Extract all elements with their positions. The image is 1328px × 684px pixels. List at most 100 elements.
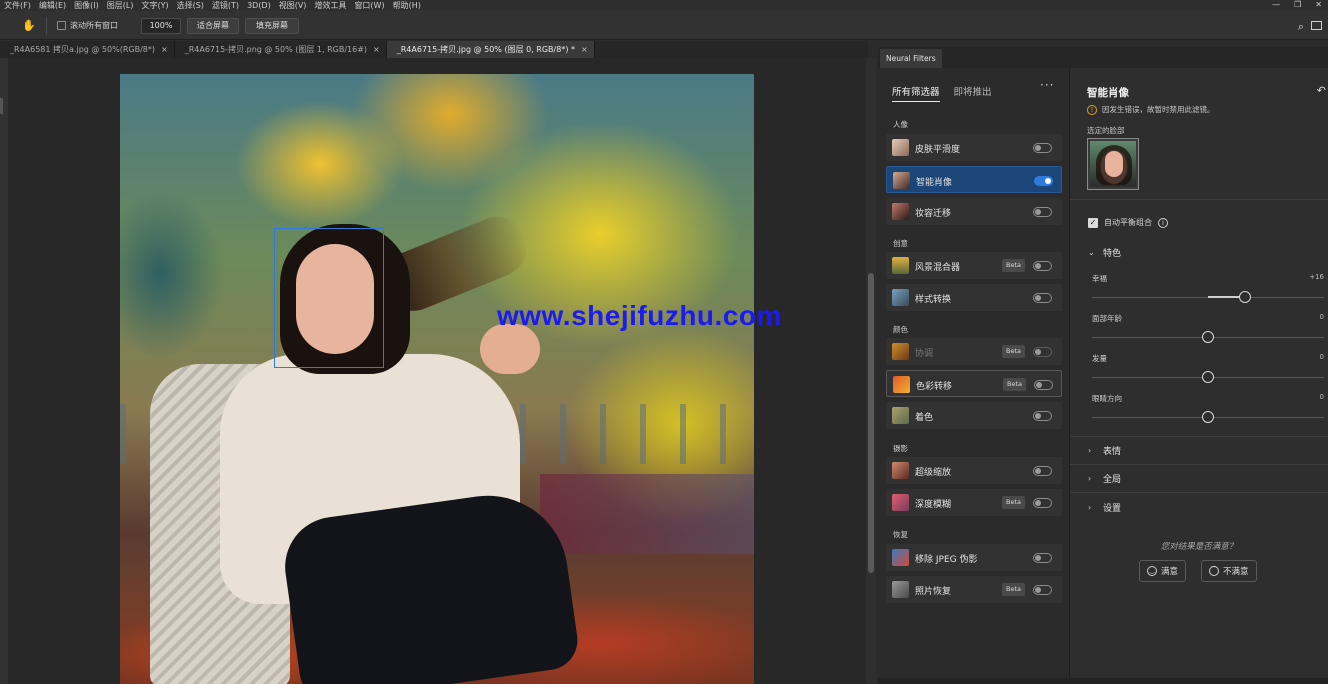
filter-makeup-transfer[interactable]: 妆容迁移 xyxy=(886,198,1062,225)
restore-button[interactable]: ❐ xyxy=(1294,0,1301,10)
filter-depth-blur[interactable]: 深度模糊 Beta xyxy=(886,489,1062,516)
slider-value: 0 xyxy=(1319,313,1324,321)
hand-tool-icon[interactable]: ✋ xyxy=(22,19,36,33)
filter-toggle[interactable] xyxy=(1033,553,1052,563)
filter-label: 妆容迁移 xyxy=(915,209,952,219)
canvas-area[interactable] xyxy=(8,58,866,684)
group-expression[interactable]: › 表情 xyxy=(1088,444,1121,457)
document-tab[interactable]: _R4A6715-拷贝.png @ 50% (图层 1, RGB/16#) × xyxy=(175,41,387,58)
filter-toggle[interactable] xyxy=(1033,347,1052,357)
filter-toggle[interactable] xyxy=(1033,585,1052,595)
menu-select[interactable]: 选择(S) xyxy=(173,0,208,11)
slider-knob[interactable] xyxy=(1202,371,1214,383)
filter-toggle[interactable] xyxy=(1033,293,1052,303)
filter-label: 深度模糊 xyxy=(915,500,952,510)
document-tab-label: _R4A6581 拷贝a.jpg @ 50%(RGB/8*) xyxy=(10,45,155,54)
menu-filter[interactable]: 滤镜(T) xyxy=(208,0,243,11)
portrait-photo xyxy=(120,74,754,684)
filter-toggle[interactable] xyxy=(1033,143,1052,153)
filter-toggle[interactable] xyxy=(1033,466,1052,476)
harmonization-icon xyxy=(892,343,909,360)
menu-3d[interactable]: 3D(D) xyxy=(243,0,275,11)
slider-knob[interactable] xyxy=(1202,331,1214,343)
fill-screen-button[interactable]: 填充屏幕 xyxy=(245,18,299,34)
minimize-button[interactable]: — xyxy=(1272,0,1280,10)
options-bar: ✋ 滚动所有窗口 100% 适合屏幕 填充屏幕 ⌕ xyxy=(0,11,1328,40)
beta-badge: Beta xyxy=(1002,259,1025,272)
scroll-all-windows-checkbox[interactable] xyxy=(57,21,66,30)
filter-jpeg-artifacts-removal[interactable]: 移除 JPEG 伪影 xyxy=(886,544,1062,571)
section-title: 恢复 xyxy=(893,530,908,539)
workspace-icon[interactable] xyxy=(1311,21,1322,30)
filter-toggle[interactable] xyxy=(1034,380,1053,390)
close-window-button[interactable]: ✕ xyxy=(1315,0,1322,10)
fit-screen-button[interactable]: 适合屏幕 xyxy=(187,18,239,34)
colorize-icon xyxy=(892,407,909,424)
close-tab-icon[interactable]: × xyxy=(161,45,168,54)
filter-color-transfer[interactable]: 色彩转移 Beta xyxy=(886,370,1062,397)
filter-super-zoom[interactable]: 超级缩放 xyxy=(886,457,1062,484)
toolbar-handle[interactable] xyxy=(0,98,3,114)
menu-view[interactable]: 视图(V) xyxy=(275,0,311,11)
menu-plugins[interactable]: 增效工具 xyxy=(310,0,350,11)
menu-image[interactable]: 图像(I) xyxy=(70,0,103,11)
canvas-scrollbar[interactable] xyxy=(866,58,876,684)
menu-type[interactable]: 文字(Y) xyxy=(137,0,172,11)
menu-window[interactable]: 窗口(W) xyxy=(350,0,388,11)
chevron-right-icon: › xyxy=(1088,446,1092,455)
close-tab-icon[interactable]: × xyxy=(373,45,380,54)
depth-blur-icon xyxy=(892,494,909,511)
tab-all-filters[interactable]: 所有筛选器 xyxy=(892,84,940,102)
menu-edit[interactable]: 编辑(E) xyxy=(35,0,70,11)
menu-layer[interactable]: 图层(L) xyxy=(103,0,138,11)
smart-portrait-icon xyxy=(893,172,910,189)
reset-icon[interactable]: ↶ xyxy=(1317,84,1326,97)
search-icon[interactable]: ⌕ xyxy=(1298,20,1304,34)
slider-label: 眼睛方向 xyxy=(1092,394,1122,403)
warning-icon: ! xyxy=(1087,104,1097,115)
satisfied-button[interactable]: ‿ 满意 xyxy=(1139,560,1187,582)
group-featured[interactable]: ⌄ 特色 xyxy=(1088,246,1121,259)
slider-knob[interactable] xyxy=(1239,291,1252,303)
close-tab-icon[interactable]: × xyxy=(581,45,588,54)
panel-tab-bar: Neural Filters xyxy=(878,47,1328,68)
zoom-field[interactable]: 100% xyxy=(141,18,181,34)
document-tab-label: _R4A6715-拷贝.jpg @ 50% (图层 0, RGB/8*) * xyxy=(396,45,575,54)
document-tab-active[interactable]: _R4A6715-拷贝.jpg @ 50% (图层 0, RGB/8*) * × xyxy=(386,41,595,58)
auto-balance-checkbox[interactable]: ✓ xyxy=(1088,217,1098,228)
filter-toggle[interactable] xyxy=(1033,261,1052,271)
slider-knob[interactable] xyxy=(1202,411,1214,423)
filter-skin-smoothing[interactable]: 皮肤平滑度 xyxy=(886,134,1062,161)
filter-title: 智能肖像 xyxy=(1087,87,1129,99)
background-wall xyxy=(540,474,754,554)
group-settings[interactable]: › 设置 xyxy=(1088,501,1121,514)
filter-toggle[interactable] xyxy=(1033,498,1052,508)
filter-colorize[interactable]: 着色 xyxy=(886,402,1062,429)
neural-filters-panel-tab[interactable]: Neural Filters xyxy=(880,49,942,68)
filter-toggle[interactable] xyxy=(1033,411,1052,421)
divider xyxy=(46,17,47,35)
slider-value: +16 xyxy=(1309,273,1324,281)
unsatisfied-button[interactable]: ⁀ 不满意 xyxy=(1201,560,1257,582)
filter-toggle[interactable] xyxy=(1034,176,1053,186)
menu-help[interactable]: 帮助(H) xyxy=(389,0,425,11)
filter-style-transfer[interactable]: 样式转换 xyxy=(886,284,1062,311)
info-icon[interactable]: i xyxy=(1158,217,1168,228)
menu-file[interactable]: 文件(F) xyxy=(0,0,35,11)
beta-badge: Beta xyxy=(1002,496,1025,509)
scrollbar-thumb[interactable] xyxy=(868,273,874,573)
more-options-icon[interactable]: ··· xyxy=(1040,78,1054,92)
filter-photo-restoration[interactable]: 照片恢复 Beta xyxy=(886,576,1062,603)
filter-smart-portrait[interactable]: 智能肖像 xyxy=(886,166,1062,193)
group-label: 设置 xyxy=(1103,504,1122,514)
group-label: 全局 xyxy=(1103,475,1122,485)
filter-harmonization[interactable]: 协调 Beta xyxy=(886,338,1062,365)
filter-landscape-mixer[interactable]: 风景混合器 Beta xyxy=(886,252,1062,279)
document-tab[interactable]: _R4A6581 拷贝a.jpg @ 50%(RGB/8*) × xyxy=(0,41,175,58)
group-global[interactable]: › 全局 xyxy=(1088,472,1121,485)
selected-face-thumbnail[interactable] xyxy=(1087,138,1139,190)
face-detection-box[interactable] xyxy=(274,228,384,368)
tab-coming-soon[interactable]: 即将推出 xyxy=(954,84,992,102)
beta-badge: Beta xyxy=(1002,345,1025,358)
filter-toggle[interactable] xyxy=(1033,207,1052,217)
